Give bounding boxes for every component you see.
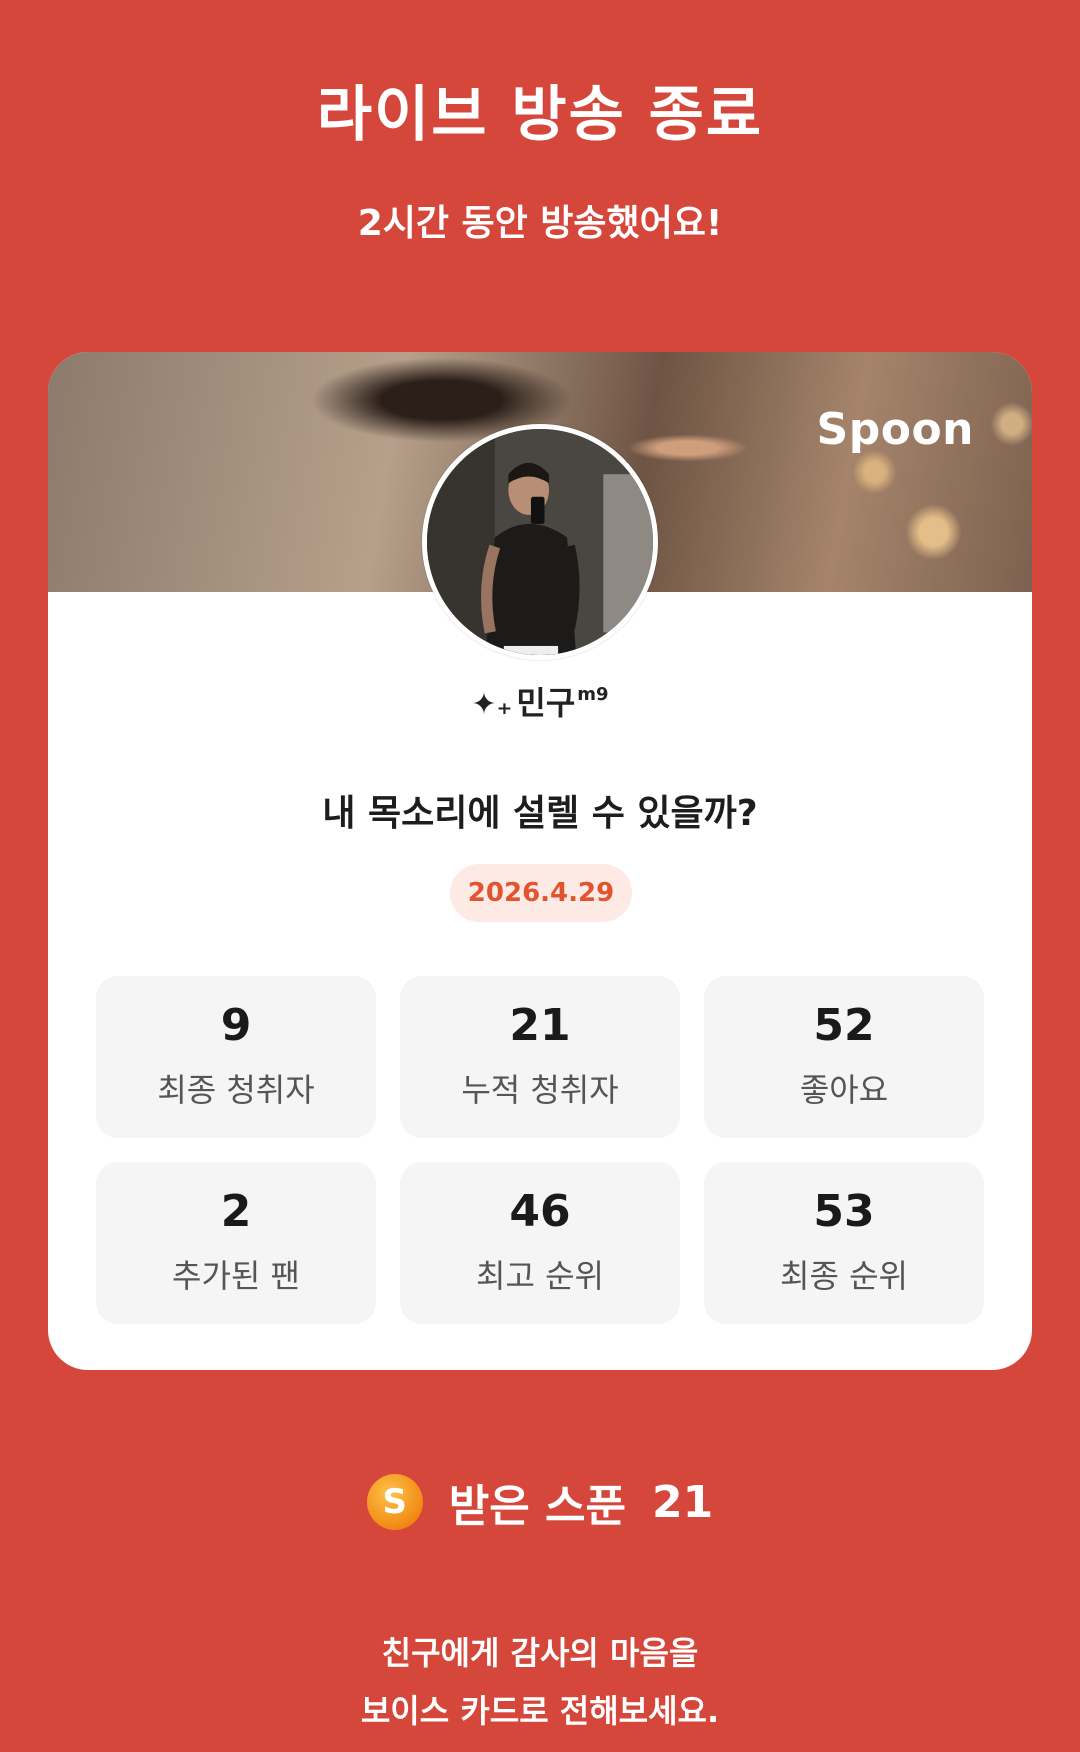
stat-final-rank: 53 최종 순위 xyxy=(704,1162,984,1324)
live-summary-card: Spoon ✦₊ 민구 m9 내 목소리에 설렐 수 있을까? 2026.4.29 xyxy=(48,352,1032,1370)
avatar[interactable] xyxy=(422,424,658,660)
stat-label: 추가된 팬 xyxy=(172,1257,300,1295)
prompt-line-2: 보이스 카드로 전해보세요. xyxy=(360,1692,720,1730)
live-end-screen: 라이브 방송 종료 2시간 동안 방송했어요! Spoon ✦₊ 민구 m9 내 목… xyxy=(0,0,1080,1752)
date-badge: 2026.4.29 xyxy=(450,864,632,922)
stat-likes: 52 좋아요 xyxy=(704,976,984,1138)
sparkle-icon: ✦₊ xyxy=(471,687,513,722)
received-spoons: S 받은 스푼 21 xyxy=(0,1470,1080,1534)
voice-card-prompt: 친구에게 감사의 마음을 보이스 카드로 전해보세요. xyxy=(0,1624,1080,1740)
page-title: 라이브 방송 종료 xyxy=(316,80,764,150)
stat-label: 최종 청취자 xyxy=(157,1071,315,1109)
host-nickname[interactable]: ✦₊ 민구 m9 xyxy=(48,678,1032,724)
stat-label: 좋아요 xyxy=(799,1071,889,1109)
stat-final-listeners: 9 최종 청취자 xyxy=(96,976,376,1138)
stat-label: 최종 순위 xyxy=(780,1257,908,1295)
stat-label: 최고 순위 xyxy=(476,1257,604,1295)
prompt-line-1: 친구에게 감사의 마음을 xyxy=(381,1634,699,1672)
stat-value: 52 xyxy=(813,1000,875,1051)
nickname-suffix: m9 xyxy=(577,684,609,705)
stats-grid: 9 최종 청취자 21 누적 청취자 52 좋아요 2 추가된 팬 46 최고 … xyxy=(96,976,984,1324)
spoon-coin-icon: S xyxy=(366,1474,423,1530)
nickname-text: 민구 xyxy=(516,684,576,722)
broadcast-duration: 2시간 동안 방송했어요! xyxy=(357,203,723,244)
stat-value: 53 xyxy=(813,1186,875,1237)
live-title: 내 목소리에 설렐 수 있을까? xyxy=(322,793,758,834)
stat-value: 2 xyxy=(220,1186,252,1237)
stat-value: 21 xyxy=(509,1000,571,1051)
stat-value: 9 xyxy=(220,1000,252,1051)
profile-photo xyxy=(427,429,653,655)
stat-label: 누적 청취자 xyxy=(461,1071,619,1109)
stat-value: 46 xyxy=(509,1186,571,1237)
spoons-label: 받은 스푼 xyxy=(448,1481,626,1532)
stat-total-listeners: 21 누적 청취자 xyxy=(400,976,680,1138)
stat-best-rank: 46 최고 순위 xyxy=(400,1162,680,1324)
spoons-count: 21 xyxy=(652,1476,714,1528)
spoon-logo: Spoon xyxy=(816,404,974,455)
stat-new-fans: 2 추가된 팬 xyxy=(96,1162,376,1324)
